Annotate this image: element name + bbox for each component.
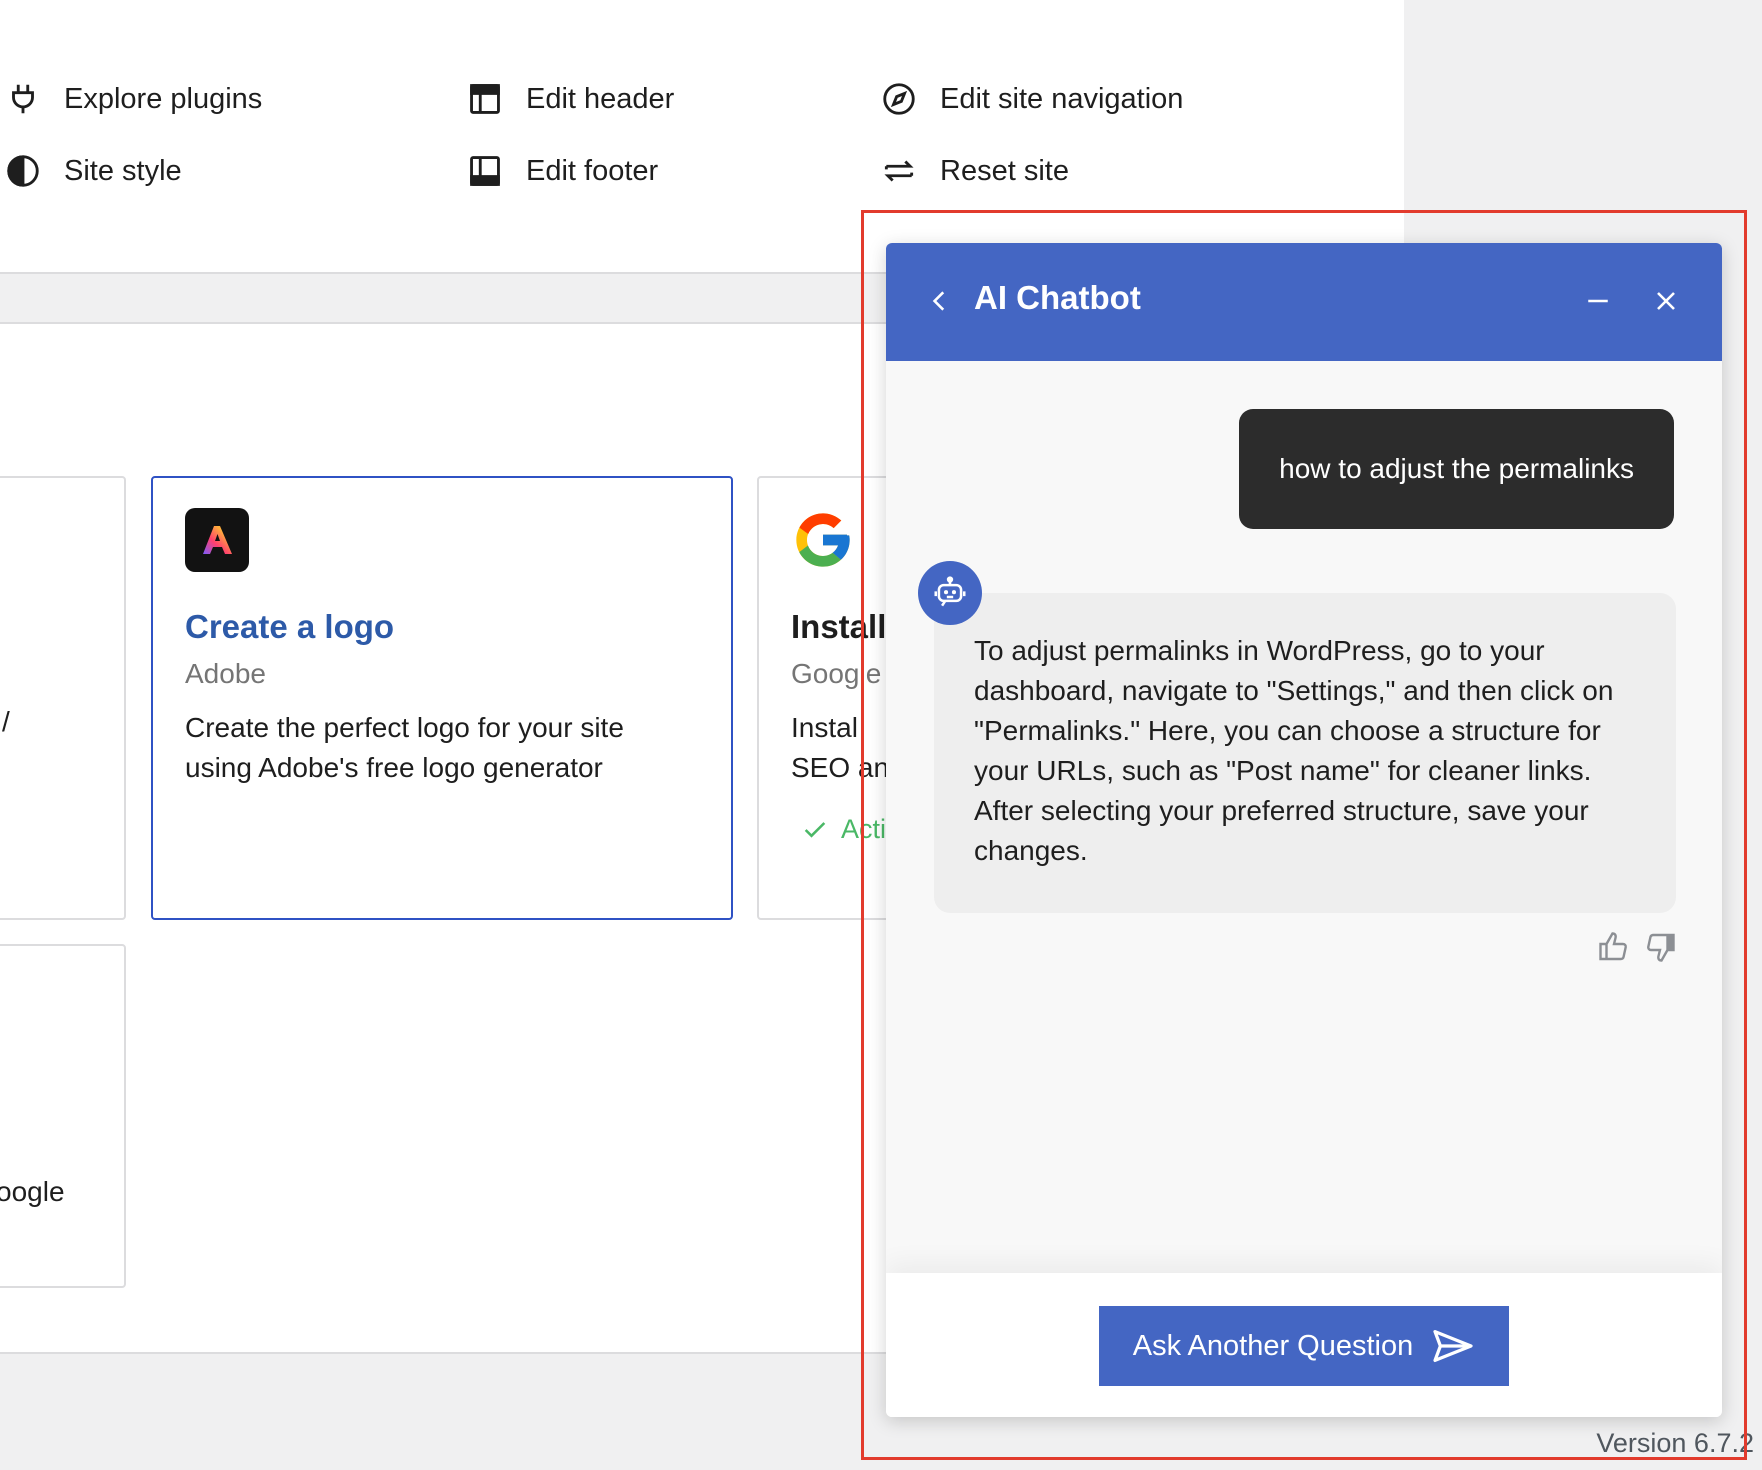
chatbot-header: AI Chatbot	[886, 243, 1722, 361]
close-icon	[1657, 292, 1675, 310]
edit-footer-link[interactable]: Edit footer	[466, 152, 658, 190]
edit-footer-label: Edit footer	[526, 154, 659, 187]
chatbot-footer: Ask Another Question	[886, 1273, 1722, 1417]
thumbs-down-icon	[1647, 933, 1675, 962]
card-title[interactable]: Create a logo	[185, 608, 394, 646]
half-circle-icon	[7, 155, 39, 187]
partial-card-left-lower[interactable]: oogle	[0, 944, 126, 1288]
adobe-express-icon	[185, 508, 249, 572]
user-message-bubble: how to adjust the permalinks	[1239, 409, 1674, 529]
card-title[interactable]: Install	[791, 608, 886, 646]
edit-site-navigation-label: Edit site navigation	[940, 82, 1184, 115]
ask-another-question-label: Ask Another Question	[1132, 1329, 1414, 1362]
edit-header-label: Edit header	[526, 82, 675, 115]
ai-chatbot-panel: AI Chatbot how to adjust the permalinks …	[886, 243, 1722, 1417]
edit-header-link[interactable]: Edit header	[466, 80, 674, 118]
explore-plugins-link[interactable]: Explore plugins	[4, 80, 262, 118]
version-label: Version 6.7.2	[1596, 1428, 1754, 1458]
plug-icon	[12, 84, 34, 114]
back-button[interactable]	[920, 281, 960, 321]
google-icon	[791, 508, 855, 572]
check-icon	[804, 821, 826, 838]
site-style-label: Site style	[64, 154, 182, 187]
card-description: Create the perfect logo for your site us…	[185, 712, 624, 783]
edit-site-navigation-link[interactable]: Edit site navigation	[880, 80, 1183, 118]
partial-card-vendor: oogle	[0, 1176, 65, 1207]
header-layout-icon	[470, 84, 500, 114]
reset-site-label: Reset site	[940, 154, 1069, 187]
close-button[interactable]	[1646, 281, 1686, 321]
card-description-line-1: Instal	[791, 712, 858, 743]
bot-avatar	[918, 561, 982, 625]
card-vendor: Google	[791, 658, 882, 689]
compass-icon	[883, 83, 915, 115]
site-style-link[interactable]: Site style	[4, 152, 182, 190]
active-status: Acti	[801, 814, 886, 845]
thumbs-up-button[interactable]	[1596, 929, 1632, 965]
partial-card-text: /	[2, 706, 10, 737]
send-icon	[1433, 1329, 1473, 1363]
thumbs-up-icon	[1599, 932, 1627, 961]
reset-arrows-icon	[884, 160, 914, 182]
quick-actions-panel: Explore plugins Edit header Edit site na…	[0, 0, 1404, 274]
create-logo-card[interactable]: Create a logo Adobe Create the perfect l…	[151, 476, 733, 920]
footer-layout-icon	[470, 156, 500, 186]
card-vendor: Adobe	[185, 658, 266, 689]
bot-message-bubble: To adjust permalinks in WordPress, go to…	[934, 593, 1676, 913]
active-status-label: Acti	[841, 814, 887, 844]
chatbot-title: AI Chatbot	[974, 279, 1141, 316]
card-description-line-2: SEO an	[791, 752, 890, 783]
ask-another-question-button[interactable]: Ask Another Question	[1099, 1306, 1509, 1386]
partial-card-left[interactable]: /	[0, 476, 126, 920]
explore-plugins-label: Explore plugins	[64, 82, 263, 115]
minimize-button[interactable]	[1578, 281, 1618, 321]
thumbs-down-button[interactable]	[1642, 929, 1678, 965]
reset-site-link[interactable]: Reset site	[880, 152, 1069, 190]
minimize-icon	[1588, 299, 1608, 303]
chevron-left-icon	[932, 291, 945, 311]
robot-icon	[934, 576, 966, 607]
